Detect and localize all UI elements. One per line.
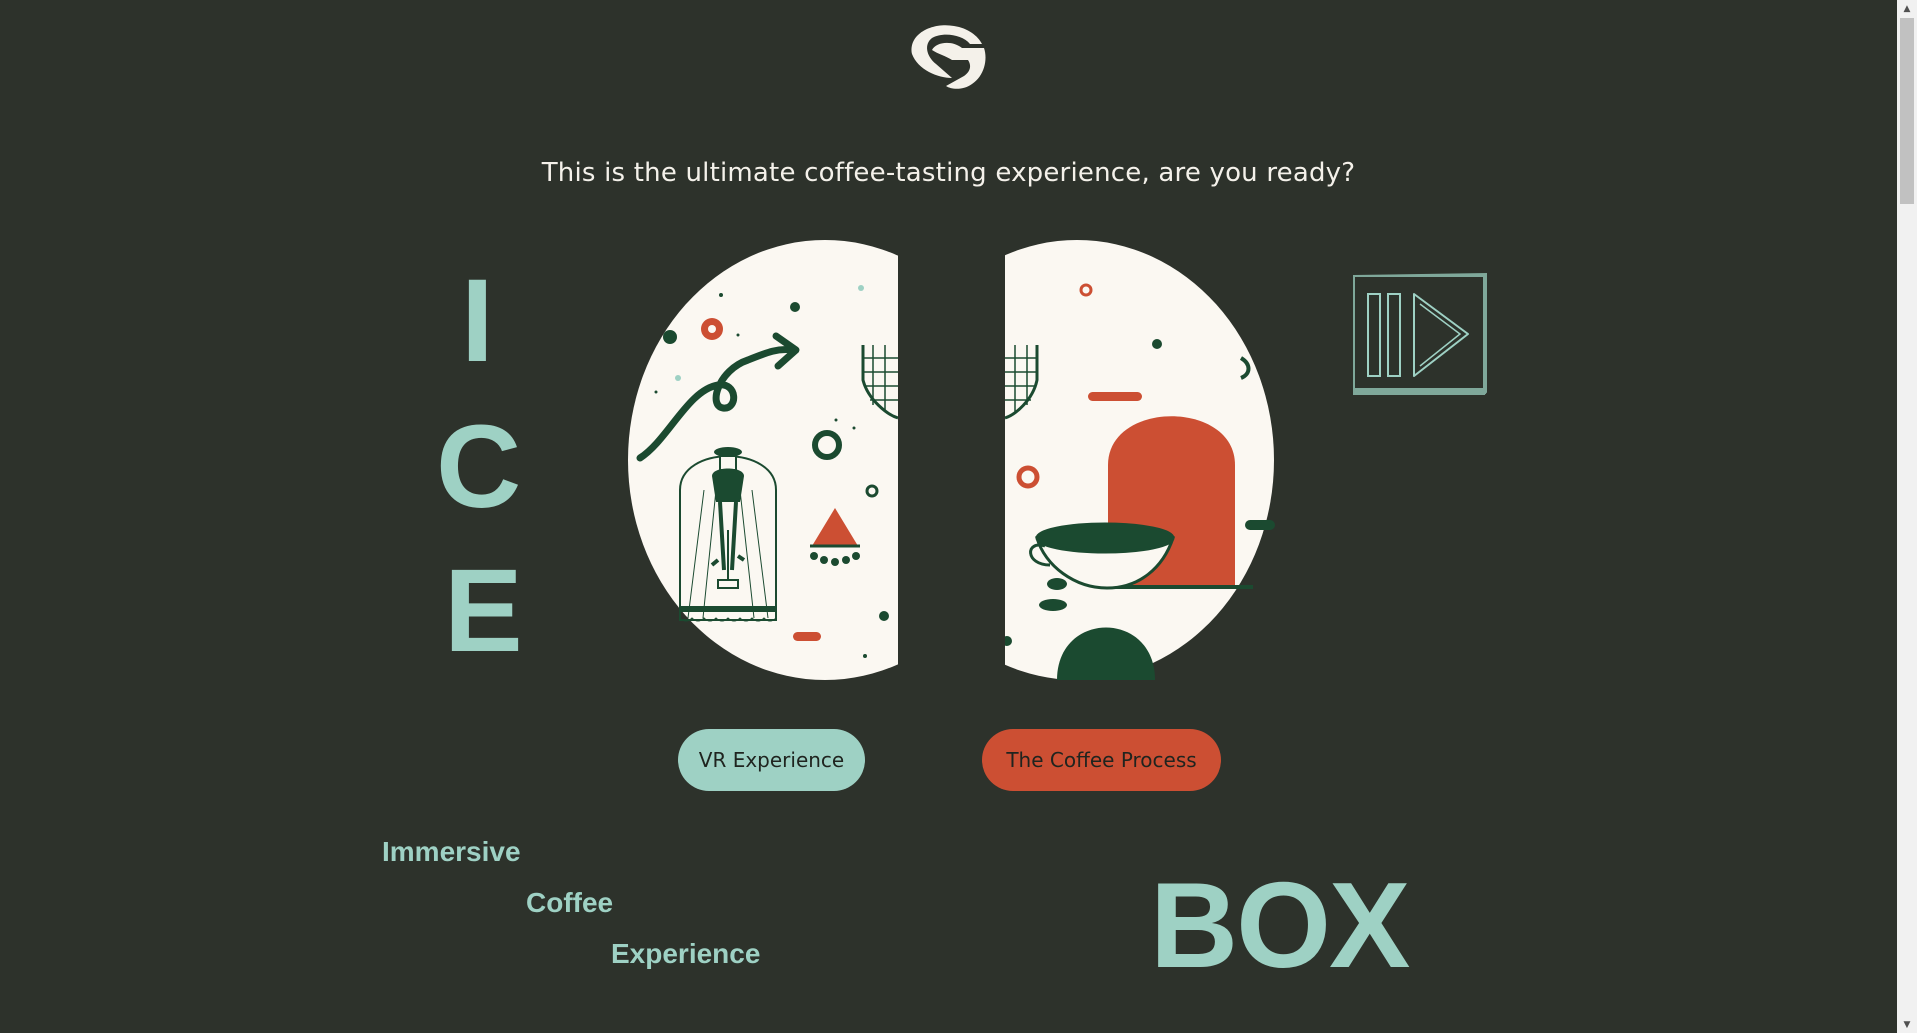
letter-c: C [436, 401, 522, 533]
coffee-process-illustration[interactable] [1005, 240, 1275, 680]
word-coffee: Coffee [526, 887, 614, 918]
vr-experience-button[interactable]: VR Experience [678, 729, 865, 791]
vertical-scrollbar[interactable]: ▲ ▼ [1897, 0, 1917, 1033]
word-immersive: Immersive [382, 836, 521, 867]
page: This is the ultimate coffee-tasting expe… [0, 0, 1917, 1033]
scroll-up-arrow-icon[interactable]: ▲ [1897, 0, 1917, 17]
brand-logo-icon[interactable] [902, 20, 988, 92]
box-heading: BOX [1150, 857, 1410, 993]
play-icon[interactable] [1350, 272, 1490, 398]
vr-illustration[interactable] [628, 240, 898, 680]
scrollbar-thumb[interactable] [1900, 18, 1914, 204]
coffee-process-button[interactable]: The Coffee Process [982, 729, 1221, 791]
letter-i: I [461, 255, 494, 387]
scroll-down-arrow-icon[interactable]: ▼ [1897, 1016, 1917, 1033]
word-experience: Experience [611, 938, 761, 969]
letter-e: E [444, 545, 523, 677]
tagline: This is the ultimate coffee-tasting expe… [541, 158, 1356, 188]
